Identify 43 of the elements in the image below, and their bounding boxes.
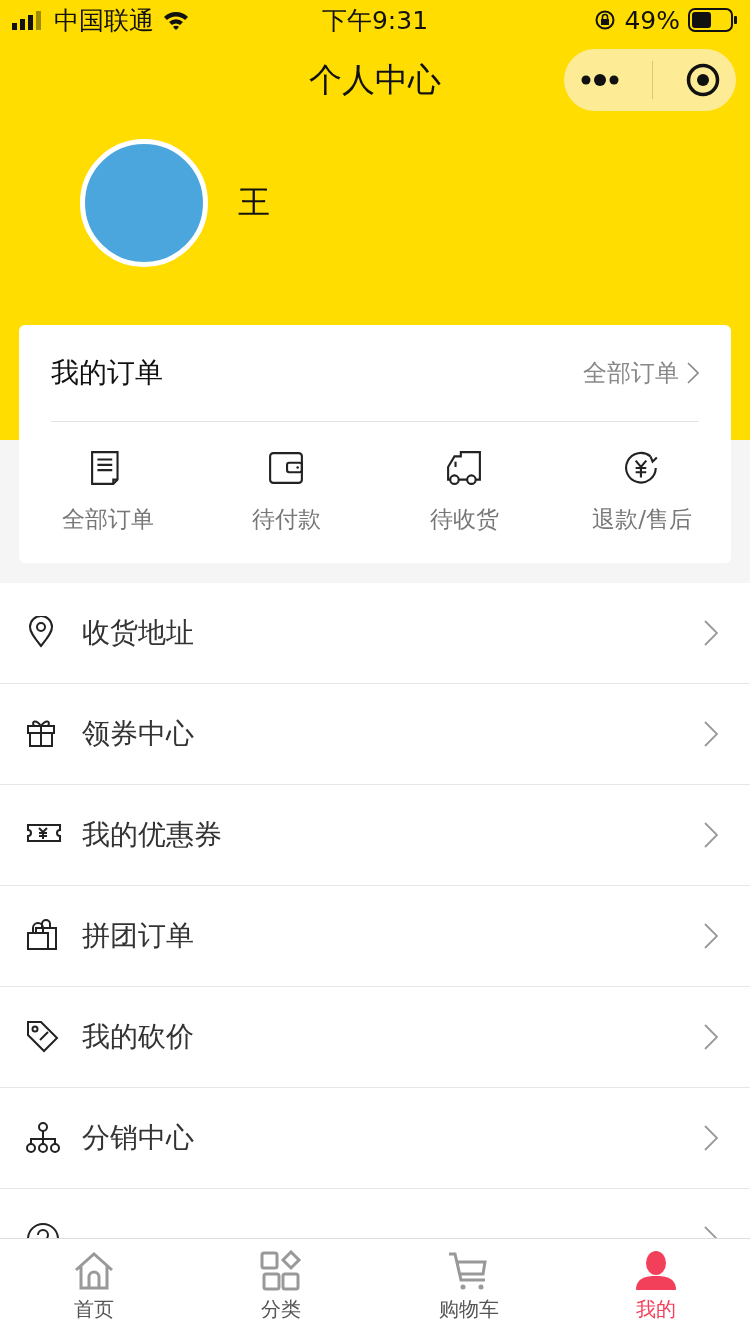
chevron-icon (704, 822, 718, 848)
status-time: 下午9:31 (321, 4, 429, 37)
rotation-lock-icon (594, 9, 617, 31)
tab-item[interactable]: 我的 (562, 1239, 750, 1334)
wallet-icon (268, 450, 304, 486)
wifi-icon (162, 10, 190, 30)
chevron-icon (687, 362, 699, 384)
person-icon (634, 1250, 679, 1292)
menu-item[interactable]: 收货地址 (0, 583, 750, 684)
network-icon (26, 1121, 62, 1155)
order-status-item[interactable]: 退款/售后 (553, 422, 731, 563)
tab-item[interactable]: 分类 (187, 1239, 375, 1334)
user-name: 王 (238, 181, 270, 223)
tab-item[interactable]: 首页 (0, 1239, 188, 1334)
order-status-label: 全部订单 (62, 505, 154, 534)
chevron-icon (704, 1125, 718, 1151)
order-status-label: 待收货 (429, 505, 499, 534)
grid-icon (259, 1250, 304, 1292)
battery-percent: 49% (624, 5, 680, 35)
order-status-label: 待付款 (251, 505, 321, 534)
menu-item[interactable]: 领券中心 (0, 684, 750, 785)
chevron-icon (704, 721, 718, 747)
chevron-icon (704, 1024, 718, 1050)
order-status-item[interactable]: 待付款 (197, 422, 375, 563)
all-orders-link[interactable]: 全部订单 (583, 357, 699, 389)
battery-icon (688, 8, 738, 32)
order-status-label: 退款/售后 (592, 505, 692, 534)
page-title: 个人中心 (309, 58, 441, 101)
menu-item[interactable]: 拼团订单 (0, 886, 750, 987)
chevron-icon (704, 620, 718, 646)
carrier-name: 中国联通 (54, 4, 154, 37)
truck-icon (446, 450, 482, 486)
more-icon[interactable] (580, 74, 621, 86)
section-title: 我的订单 (51, 355, 163, 391)
order-status-item[interactable]: 全部订单 (19, 422, 197, 563)
menu-item[interactable]: 分销中心 (0, 1088, 750, 1189)
menu-item[interactable]: 我的砍价 (0, 987, 750, 1088)
close-target-icon[interactable] (685, 63, 720, 97)
order-status-item[interactable]: 待收货 (375, 422, 553, 563)
yen-refund-icon (624, 450, 660, 486)
tab-item[interactable]: 购物车 (375, 1239, 563, 1334)
menu-item[interactable]: 我的优惠券 (0, 785, 750, 886)
chevron-icon (704, 923, 718, 949)
